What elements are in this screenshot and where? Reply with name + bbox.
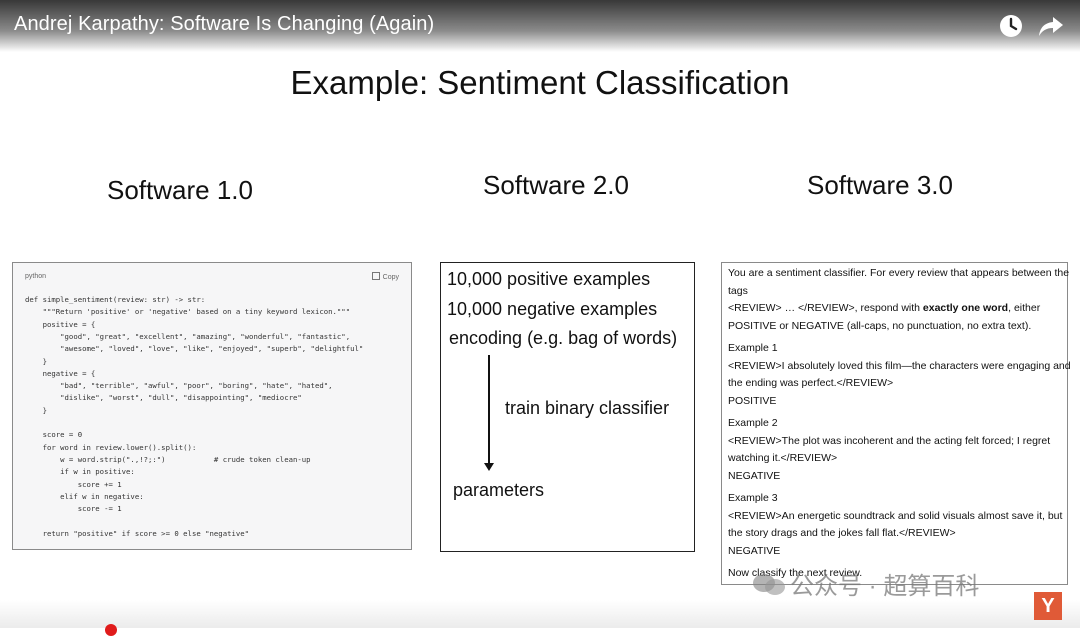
bottom-shade: [0, 600, 1080, 628]
code-panel: python Copy def simple_sentiment(review:…: [12, 262, 412, 550]
prompt-line: Example 1: [728, 342, 778, 354]
copy-button[interactable]: Copy: [371, 272, 399, 281]
code-line: score -= 1: [25, 504, 122, 514]
code-line: "bad", "terrible", "awful", "poor", "bor…: [25, 381, 333, 391]
prompt-line: NEGATIVE: [728, 544, 781, 557]
train-classifier-text: train binary classifier: [505, 398, 670, 418]
code-line: if w in positive:: [25, 467, 135, 477]
software3-prompt-panel: You are a sentiment classifier. For ever…: [721, 262, 1071, 585]
watermark-text: 公众号 · 超算百科: [790, 573, 980, 600]
code-line: """Return 'positive' or 'negative' based…: [25, 307, 351, 317]
code-line: for word in review.lower().split():: [25, 442, 197, 452]
share-arrow-icon[interactable]: [1038, 13, 1064, 39]
code-language-label: python: [25, 273, 47, 280]
prompt-line: Example 2: [728, 417, 778, 429]
code-line: positive = {: [25, 319, 96, 329]
software2-panel: 10,000 positive examples 10,000 negative…: [440, 262, 695, 552]
prompt-line: NEGATIVE: [728, 469, 781, 482]
prompt-line: the story drags and the jokes fall flat.…: [728, 527, 956, 539]
code-line: "awesome", "loved", "love", "like", "enj…: [25, 344, 364, 354]
prompt-line: You are a sentiment classifier. For ever…: [728, 267, 1070, 279]
heading-software-1: Software 1.0: [107, 175, 253, 205]
positive-examples-text: 10,000 positive examples: [447, 269, 651, 289]
code-line: "good", "great", "excellent", "amazing",…: [25, 331, 351, 341]
code-line: }: [25, 405, 47, 415]
progress-scrubber[interactable]: [105, 624, 117, 636]
prompt-line: POSITIVE: [728, 394, 777, 407]
prompt-line: <REVIEW>The plot was incoherent and the …: [728, 434, 1051, 447]
slide-title: Example: Sentiment Classification: [290, 64, 790, 101]
y-logo-icon: Y: [1034, 592, 1062, 620]
negative-examples-text: 10,000 negative examples: [447, 299, 658, 319]
code-line: w = word.strip(".,!?;:") # crude token c…: [25, 454, 311, 464]
arrow-down-icon: [484, 463, 494, 471]
code-line: return "positive" if score >= 0 else "ne…: [25, 528, 250, 538]
prompt-line: watching it.</REVIEW>: [728, 452, 838, 464]
prompt-line: Example 3: [728, 492, 778, 504]
encoding-text: encoding (e.g. bag of words): [449, 328, 678, 348]
heading-software-3: Software 3.0: [807, 170, 953, 200]
video-title[interactable]: Andrej Karpathy: Software Is Changing (A…: [14, 13, 434, 36]
parameters-text: parameters: [453, 480, 545, 500]
code-line: elif w in negative:: [25, 491, 144, 501]
code-line: negative = {: [25, 368, 96, 378]
prompt-line: <REVIEW>I absolutely loved this film—the…: [728, 359, 1071, 372]
prompt-line: tags: [728, 284, 748, 297]
flow-arrow-line: [488, 355, 490, 465]
prompt-line: <REVIEW>An energetic soundtrack and soli…: [728, 509, 1063, 522]
code-line: score = 0: [25, 430, 83, 440]
code-line: }: [25, 356, 47, 366]
prompt-line: <REVIEW> … </REVIEW>, respond with exact…: [728, 302, 1041, 314]
copy-label: Copy: [382, 274, 399, 281]
heading-software-2: Software 2.0: [483, 170, 629, 200]
code-line: def simple_sentiment(review: str) -> str…: [25, 295, 206, 304]
prompt-line: the ending was perfect.</REVIEW>: [728, 377, 894, 389]
prompt-line: POSITIVE or NEGATIVE (all-caps, no punct…: [728, 319, 1032, 332]
copy-icon: [371, 272, 380, 280]
video-top-bar: Andrej Karpathy: Software Is Changing (A…: [0, 0, 1080, 52]
code-line: score += 1: [25, 479, 122, 489]
clock-icon[interactable]: [998, 13, 1024, 39]
code-line: "dislike", "worst", "dull", "disappointi…: [25, 393, 302, 403]
